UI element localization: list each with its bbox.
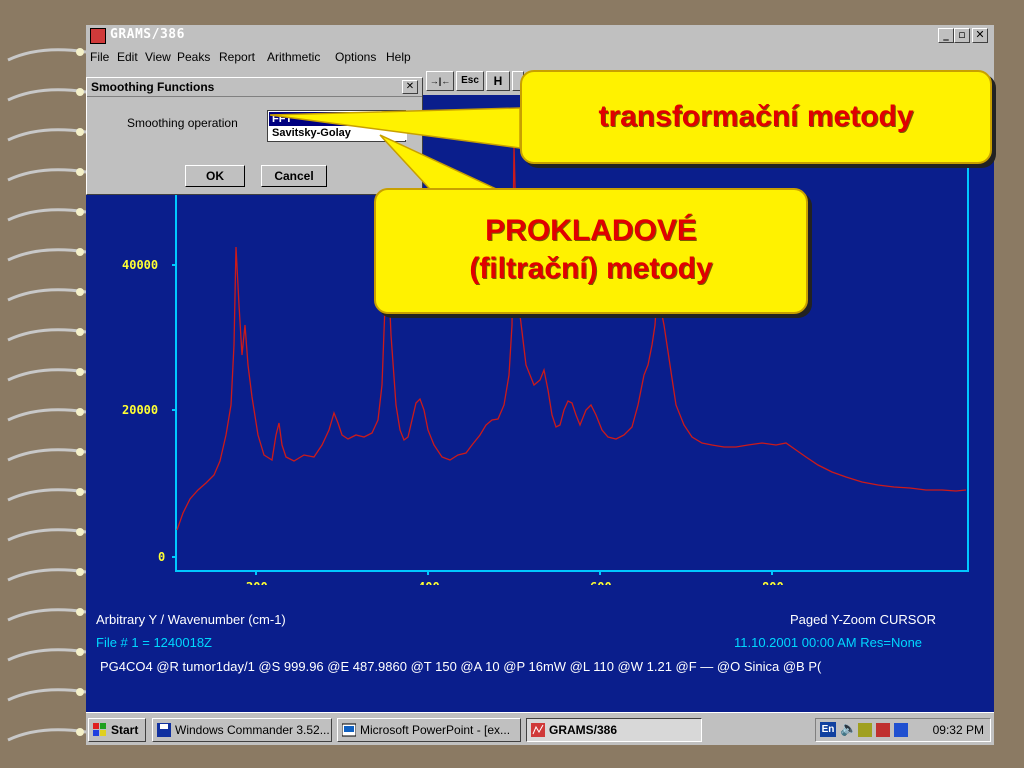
callout-top-text: transformační metody bbox=[598, 100, 914, 133]
callout-transform-methods: transformační metody bbox=[520, 70, 992, 164]
callout-bottom-line2: (filtrační) metody bbox=[469, 252, 713, 285]
callout-bottom-line1: PROKLADOVÉ bbox=[485, 214, 697, 247]
callout-fitting-methods: PROKLADOVÉ (filtrační) metody bbox=[374, 188, 808, 314]
